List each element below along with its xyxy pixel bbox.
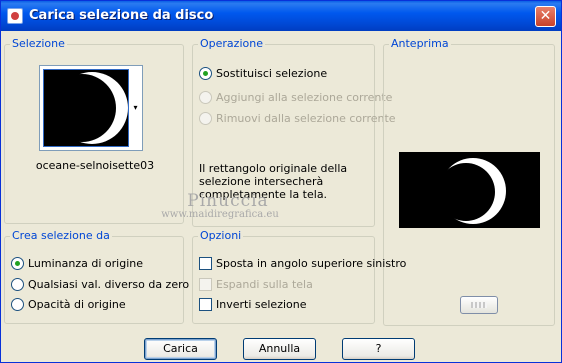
selection-group-legend: Selezione <box>10 37 67 50</box>
dialog-window: Carica selezione da disco ✕ Selezione ▾ … <box>0 0 562 363</box>
title-bar[interactable]: Carica selezione da disco ✕ <box>1 1 561 31</box>
close-icon: ✕ <box>539 8 552 24</box>
checkbox-label: Espandi sulla tela <box>216 278 313 291</box>
window-title: Carica selezione da disco <box>29 8 214 23</box>
radio-label: Luminanza di origine <box>28 257 143 270</box>
radio-label: Rimuovi dalla selezione corrente <box>216 112 396 125</box>
chevron-down-icon[interactable]: ▾ <box>130 69 141 147</box>
radio-button[interactable] <box>11 257 24 270</box>
preview-zoom-button[interactable] <box>460 296 498 314</box>
checkbox[interactable] <box>199 298 212 311</box>
operation-group-legend: Operazione <box>198 37 265 50</box>
selection-thumbnail <box>43 69 129 147</box>
checkbox-expand-canvas: Espandi sulla tela <box>199 278 313 291</box>
radio-replace-selection[interactable]: Sostituisci selezione <box>199 67 327 80</box>
watermark-name: Pinuccia <box>187 191 269 211</box>
radio-label: Aggiungi alla selezione corrente <box>216 91 393 104</box>
checkbox-invert-selection[interactable]: Inverti selezione <box>199 298 307 311</box>
load-button[interactable]: Carica <box>144 338 217 360</box>
selection-thumbnail-picker[interactable]: ▾ <box>39 65 143 151</box>
app-icon <box>7 8 23 24</box>
checkbox <box>199 278 212 291</box>
checkbox-move-top-left[interactable]: Sposta in angolo superiore sinistro <box>199 257 406 270</box>
options-group: Opzioni Sposta in angolo superiore sinis… <box>192 229 406 324</box>
cancel-button[interactable]: Annulla <box>243 338 316 360</box>
selection-file-name: oceane-selnoisette03 <box>35 159 155 172</box>
help-button[interactable]: ? <box>342 338 415 360</box>
radio-source-opacity[interactable]: Opacità di origine <box>11 298 126 311</box>
radio-source-luminance[interactable]: Luminanza di origine <box>11 257 143 270</box>
radio-button[interactable] <box>11 298 24 311</box>
watermark: Pinuccia www.maidiregrafica.eu <box>143 191 313 220</box>
preview-group: Anteprima <box>383 37 555 326</box>
preview-group-legend: Anteprima <box>389 37 451 50</box>
radio-button <box>199 91 212 104</box>
radio-label: Qualsiasi val. diverso da zero <box>28 278 190 291</box>
preview-canvas <box>399 152 540 228</box>
create-from-group: Crea selezione da Luminanza di origine Q… <box>4 229 189 324</box>
radio-button[interactable] <box>11 278 24 291</box>
radio-any-nonzero[interactable]: Qualsiasi val. diverso da zero <box>11 278 189 291</box>
radio-label: Opacità di origine <box>28 298 126 311</box>
crescent-moon-image <box>56 72 128 144</box>
options-group-legend: Opzioni <box>198 229 244 242</box>
radio-label: Sostituisci selezione <box>216 67 328 80</box>
radio-add-to-selection: Aggiungi alla selezione corrente <box>199 91 392 104</box>
checkbox-label: Inverti selezione <box>216 298 307 311</box>
radio-remove-from-selection: Rimuovi dalla selezione corrente <box>199 112 396 125</box>
create-from-group-legend: Crea selezione da <box>10 229 112 242</box>
close-button[interactable]: ✕ <box>535 6 556 27</box>
crescent-moon-preview <box>440 158 506 224</box>
radio-button[interactable] <box>199 67 212 80</box>
watermark-url: www.maidiregrafica.eu <box>161 209 279 220</box>
checkbox[interactable] <box>199 257 212 270</box>
radio-button <box>199 112 212 125</box>
checkbox-label: Sposta in angolo superiore sinistro <box>216 257 407 270</box>
